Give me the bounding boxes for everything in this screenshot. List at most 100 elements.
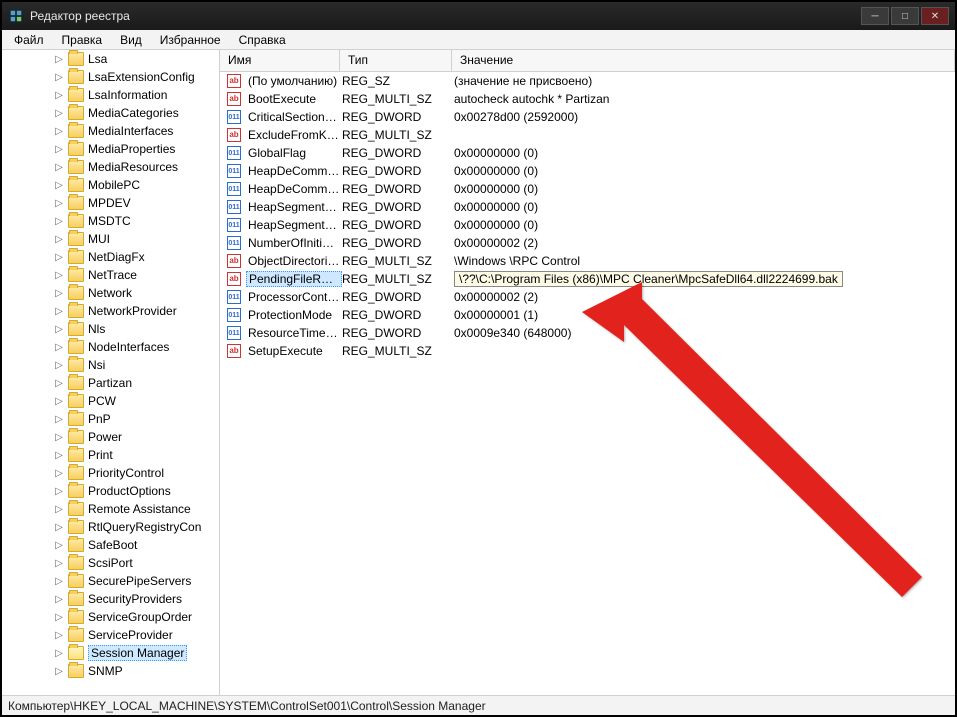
tree-item[interactable]: ▷NodeInterfaces [2, 338, 219, 356]
value-row[interactable]: 011HeapDeCommit...REG_DWORD0x00000000 (0… [220, 180, 955, 198]
tree-item[interactable]: ▷Print [2, 446, 219, 464]
tree-item[interactable]: ▷Power [2, 428, 219, 446]
value-row[interactable]: 011NumberOfInitial...REG_DWORD0x00000002… [220, 234, 955, 252]
expand-icon[interactable]: ▷ [54, 180, 64, 190]
menu-help[interactable]: Справка [231, 31, 294, 49]
tree-item[interactable]: ▷ScsiPort [2, 554, 219, 572]
menu-file[interactable]: Файл [6, 31, 52, 49]
close-button[interactable]: ✕ [921, 7, 949, 25]
expand-icon[interactable]: ▷ [54, 342, 64, 352]
menu-view[interactable]: Вид [112, 31, 150, 49]
tree-item[interactable]: ▷ServiceProvider [2, 626, 219, 644]
tree-item[interactable]: ▷MediaResources [2, 158, 219, 176]
value-row[interactable]: 011ProtectionModeREG_DWORD0x00000001 (1) [220, 306, 955, 324]
expand-icon[interactable]: ▷ [54, 648, 64, 658]
tree-item[interactable]: ▷Lsa [2, 50, 219, 68]
column-type[interactable]: Тип [340, 50, 452, 71]
tree-item[interactable]: ▷MPDEV [2, 194, 219, 212]
expand-icon[interactable]: ▷ [54, 162, 64, 172]
list-pane[interactable]: Имя Тип Значение ab(По умолчанию)REG_SZ(… [220, 50, 955, 695]
value-row[interactable]: abObjectDirectoriesREG_MULTI_SZ\Windows … [220, 252, 955, 270]
expand-icon[interactable]: ▷ [54, 522, 64, 532]
expand-icon[interactable]: ▷ [54, 594, 64, 604]
tree-item[interactable]: ▷Nsi [2, 356, 219, 374]
tree-item[interactable]: ▷SafeBoot [2, 536, 219, 554]
expand-icon[interactable]: ▷ [54, 666, 64, 676]
tree-item[interactable]: ▷NetDiagFx [2, 248, 219, 266]
expand-icon[interactable]: ▷ [54, 558, 64, 568]
expand-icon[interactable]: ▷ [54, 54, 64, 64]
minimize-button[interactable]: ─ [861, 7, 889, 25]
tree-item-label: ProductOptions [88, 484, 171, 498]
expand-icon[interactable]: ▷ [54, 576, 64, 586]
value-row[interactable]: 011ProcessorControlREG_DWORD0x00000002 (… [220, 288, 955, 306]
value-row[interactable]: 011HeapDeCommit...REG_DWORD0x00000000 (0… [220, 162, 955, 180]
tree-item[interactable]: ▷PnP [2, 410, 219, 428]
tree-item[interactable]: ▷NetTrace [2, 266, 219, 284]
expand-icon[interactable]: ▷ [54, 270, 64, 280]
tree-item[interactable]: ▷Session Manager [2, 644, 219, 662]
tree-item[interactable]: ▷Nls [2, 320, 219, 338]
expand-icon[interactable]: ▷ [54, 252, 64, 262]
tree-item[interactable]: ▷PriorityControl [2, 464, 219, 482]
tree-item[interactable]: ▷LsaInformation [2, 86, 219, 104]
tree-item[interactable]: ▷LsaExtensionConfig [2, 68, 219, 86]
tree-item[interactable]: ▷SecurityProviders [2, 590, 219, 608]
value-row[interactable]: abExcludeFromKn...REG_MULTI_SZ [220, 126, 955, 144]
expand-icon[interactable]: ▷ [54, 144, 64, 154]
tree-item[interactable]: ▷Remote Assistance [2, 500, 219, 518]
expand-icon[interactable]: ▷ [54, 306, 64, 316]
value-row[interactable]: abSetupExecuteREG_MULTI_SZ [220, 342, 955, 360]
value-row[interactable]: 011HeapSegmentC...REG_DWORD0x00000000 (0… [220, 198, 955, 216]
value-row[interactable]: ab(По умолчанию)REG_SZ(значение не присв… [220, 72, 955, 90]
expand-icon[interactable]: ▷ [54, 216, 64, 226]
maximize-button[interactable]: □ [891, 7, 919, 25]
expand-icon[interactable]: ▷ [54, 468, 64, 478]
tree-item[interactable]: ▷MUI [2, 230, 219, 248]
expand-icon[interactable]: ▷ [54, 288, 64, 298]
expand-icon[interactable]: ▷ [54, 396, 64, 406]
expand-icon[interactable]: ▷ [54, 504, 64, 514]
column-value[interactable]: Значение [452, 50, 955, 71]
expand-icon[interactable]: ▷ [54, 198, 64, 208]
value-row[interactable]: 011HeapSegmentR...REG_DWORD0x00000000 (0… [220, 216, 955, 234]
value-row[interactable]: 011GlobalFlagREG_DWORD0x00000000 (0) [220, 144, 955, 162]
tree-item[interactable]: ▷ ProductOptions [2, 482, 219, 500]
expand-icon[interactable]: ▷ [54, 90, 64, 100]
tree-item[interactable]: ▷MSDTC [2, 212, 219, 230]
tree-item[interactable]: ▷PCW [2, 392, 219, 410]
value-row[interactable]: 011ResourceTimeo...REG_DWORD0x0009e340 (… [220, 324, 955, 342]
value-row[interactable]: abPendingFileRen...REG_MULTI_SZ\??\C:\Pr… [220, 270, 955, 288]
tree-item[interactable]: ▷MobilePC [2, 176, 219, 194]
menu-edit[interactable]: Правка [54, 31, 111, 49]
tree-item[interactable]: ▷NetworkProvider [2, 302, 219, 320]
tree-item[interactable]: ▷SecurePipeServers [2, 572, 219, 590]
expand-icon[interactable]: ▷ [54, 540, 64, 550]
expand-icon[interactable]: ▷ [54, 72, 64, 82]
expand-icon[interactable]: ▷ [54, 234, 64, 244]
expand-icon[interactable]: ▷ [54, 414, 64, 424]
tree-item[interactable]: ▷MediaCategories [2, 104, 219, 122]
tree-pane[interactable]: ▷Lsa▷LsaExtensionConfig▷LsaInformation▷M… [2, 50, 220, 695]
value-row[interactable]: 011CriticalSectionTi...REG_DWORD0x00278d… [220, 108, 955, 126]
expand-icon[interactable]: ▷ [54, 612, 64, 622]
column-name[interactable]: Имя [220, 50, 340, 71]
tree-item[interactable]: ▷Partizan [2, 374, 219, 392]
expand-icon[interactable]: ▷ [54, 432, 64, 442]
tree-item[interactable]: ▷ServiceGroupOrder [2, 608, 219, 626]
expand-icon[interactable]: ▷ [54, 378, 64, 388]
tree-item[interactable]: ▷Network [2, 284, 219, 302]
expand-icon[interactable]: ▷ [54, 486, 64, 496]
value-row[interactable]: abBootExecuteREG_MULTI_SZautocheck autoc… [220, 90, 955, 108]
expand-icon[interactable]: ▷ [54, 360, 64, 370]
expand-icon[interactable]: ▷ [54, 450, 64, 460]
tree-item[interactable]: ▷MediaInterfaces [2, 122, 219, 140]
expand-icon[interactable]: ▷ [54, 126, 64, 136]
expand-icon[interactable]: ▷ [54, 324, 64, 334]
expand-icon[interactable]: ▷ [54, 630, 64, 640]
tree-item[interactable]: ▷MediaProperties [2, 140, 219, 158]
tree-item[interactable]: ▷RtlQueryRegistryCon [2, 518, 219, 536]
menu-favorites[interactable]: Избранное [152, 31, 229, 49]
expand-icon[interactable]: ▷ [54, 108, 64, 118]
tree-item[interactable]: ▷SNMP [2, 662, 219, 680]
